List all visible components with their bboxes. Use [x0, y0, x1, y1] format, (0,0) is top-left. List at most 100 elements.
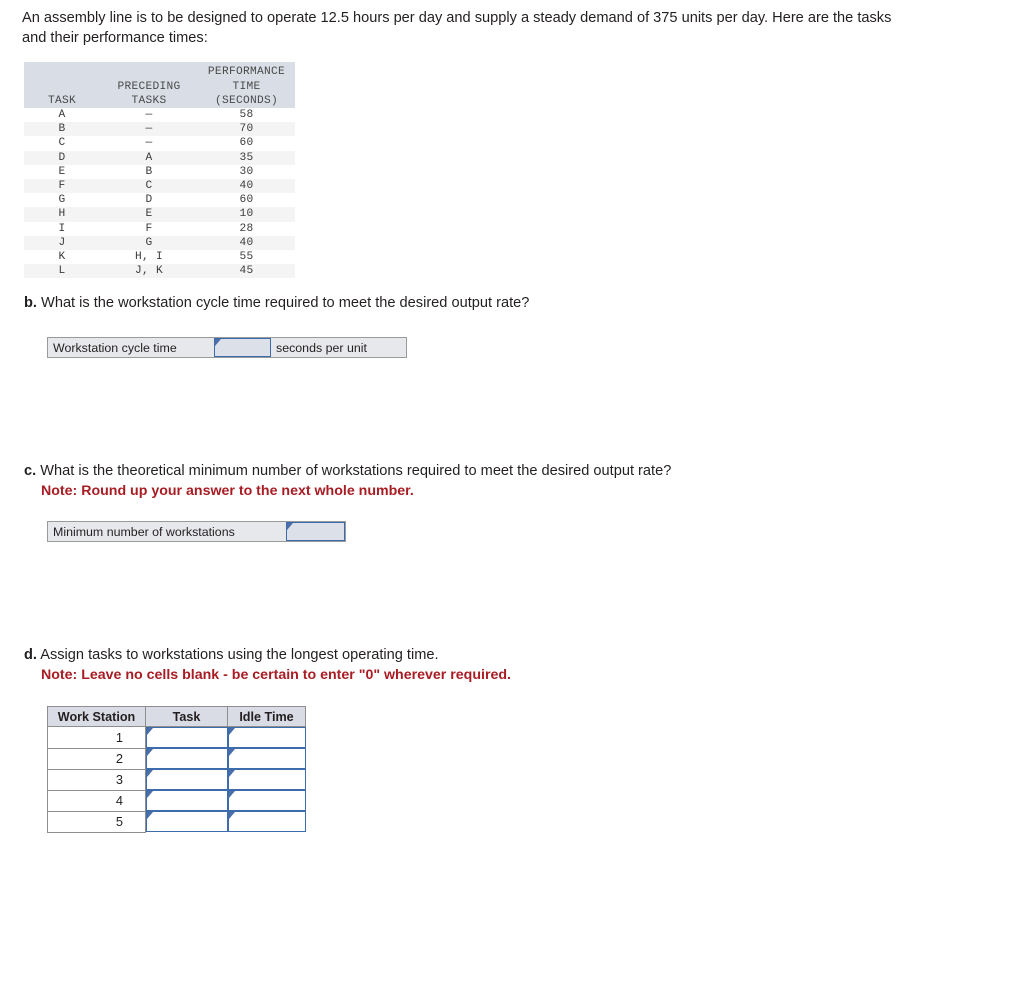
answer-label-min-workstations: Minimum number of workstations — [53, 524, 235, 539]
cell-time: 30 — [239, 165, 254, 178]
input-idle-time-station-5[interactable] — [227, 811, 306, 832]
input-task-station-4[interactable] — [146, 790, 228, 811]
cell-preceding: — — [145, 109, 153, 121]
table-row: K H, I 55 — [24, 250, 295, 264]
column-header-task: TASK — [24, 62, 100, 108]
question-c-letter: c. — [24, 463, 37, 479]
answer-label-cycle-time: Workstation cycle time — [53, 340, 177, 355]
cell-preceding: G — [100, 235, 198, 251]
question-b-text: What is the workstation cycle time requi… — [41, 295, 530, 311]
input-task-station-2[interactable] — [146, 748, 228, 769]
cell-task: G — [58, 194, 66, 207]
cell-task-input-wrapper — [145, 726, 228, 748]
cell-time: 40 — [198, 235, 295, 251]
cell-task: J — [24, 235, 100, 251]
cell-preceding: A — [100, 150, 198, 165]
cell-task: C — [58, 137, 66, 150]
table-row: F C 40 — [24, 179, 295, 194]
cell-idle-input-wrapper — [227, 790, 306, 811]
cell-preceding: E — [100, 207, 198, 222]
column-header-task: Task — [145, 706, 228, 727]
cell-preceding: C — [100, 179, 198, 194]
workstation-assignment-table: Work Station Task Idle Time 1 2 3 4 5 — [47, 706, 306, 833]
answer-strip-min-workstations: Minimum number of workstations — [47, 521, 346, 542]
table-row: H E 10 — [24, 207, 295, 222]
question-b-letter: b. — [24, 295, 37, 311]
column-header-task-label: TASK — [47, 94, 77, 107]
cell-preceding: H, I — [134, 251, 164, 264]
cell-time: 60 — [239, 137, 254, 150]
cell-task: F — [24, 179, 100, 194]
table-row: 3 — [47, 768, 306, 791]
cell-work-station-number: 3 — [47, 768, 146, 791]
input-workstation-cycle-time[interactable] — [214, 338, 271, 357]
cell-time: 58 — [239, 109, 254, 121]
question-d-note: Note: Leave no cells blank - be certain … — [41, 667, 511, 683]
cell-preceding: D — [145, 194, 153, 207]
cell-task: I — [58, 222, 66, 235]
table-row: J G 40 — [24, 235, 295, 251]
question-c: c. What is the theoretical minimum numbe… — [24, 462, 671, 500]
question-d-letter: d. — [24, 647, 37, 663]
answer-unit-cycle-time: seconds per unit — [276, 340, 367, 355]
cell-time: 10 — [198, 207, 295, 222]
input-idle-time-station-3[interactable] — [227, 769, 306, 790]
cell-task: D — [24, 150, 100, 165]
input-task-station-5[interactable] — [146, 811, 228, 832]
input-idle-time-station-4[interactable] — [227, 790, 306, 811]
cell-task: E — [58, 165, 66, 178]
task-performance-table: TASK PRECEDING TASKS PERFORMANCE TIME (S… — [24, 62, 295, 279]
cell-preceding: B — [145, 165, 153, 178]
cell-task: K — [58, 251, 66, 264]
cell-work-station-number: 1 — [47, 726, 146, 749]
table-row: E B 30 — [24, 165, 295, 179]
table-row: 5 — [47, 810, 306, 833]
cell-time: 60 — [239, 194, 254, 207]
input-idle-time-station-1[interactable] — [227, 727, 306, 748]
cell-task: B — [24, 122, 100, 137]
cell-time: 35 — [198, 150, 295, 165]
cell-time: 28 — [239, 222, 254, 235]
input-task-station-3[interactable] — [146, 769, 228, 790]
column-header-preceding-line1: PRECEDING — [117, 80, 181, 93]
table-row: B — 70 — [24, 122, 295, 137]
input-minimum-number-of-workstations[interactable] — [286, 522, 345, 541]
column-header-preceding-line2: TASKS — [131, 94, 167, 107]
cell-task-input-wrapper — [145, 790, 228, 811]
input-idle-time-station-2[interactable] — [227, 748, 306, 769]
cell-time: 55 — [239, 251, 254, 264]
table-row: G D 60 — [24, 193, 295, 207]
question-d-text: Assign tasks to workstations using the l… — [40, 647, 439, 663]
cell-idle-input-wrapper — [227, 726, 306, 748]
cell-task: H — [24, 207, 100, 222]
cell-time: 40 — [198, 179, 295, 194]
cell-time: 45 — [198, 264, 295, 279]
column-header-work-station: Work Station — [47, 706, 146, 727]
table-row: A — 58 — [24, 108, 295, 122]
column-header-performance-time: PERFORMANCE TIME (SECONDS) — [198, 62, 295, 108]
table-row: D A 35 — [24, 150, 295, 165]
cell-idle-input-wrapper — [227, 769, 306, 790]
question-c-text: What is the theoretical minimum number o… — [40, 463, 672, 479]
cell-idle-input-wrapper — [227, 811, 306, 832]
table-header-row: TASK PRECEDING TASKS PERFORMANCE TIME (S… — [24, 62, 295, 108]
cell-task: L — [24, 264, 100, 279]
table-row: 4 — [47, 789, 306, 812]
cell-time: 70 — [198, 122, 295, 137]
cell-preceding: — — [100, 122, 198, 137]
column-header-idle-time: Idle Time — [227, 706, 306, 727]
cell-idle-input-wrapper — [227, 748, 306, 769]
cell-task: A — [58, 109, 66, 121]
column-header-preceding-tasks: PRECEDING TASKS — [100, 62, 198, 108]
table-row: 1 — [47, 726, 306, 749]
input-task-station-1[interactable] — [146, 727, 228, 748]
column-header-performance-line1: PERFORMANCE — [207, 66, 286, 79]
cell-work-station-number: 4 — [47, 789, 146, 812]
question-d: d. Assign tasks to workstations using th… — [24, 646, 511, 684]
table-row: I F 28 — [24, 222, 295, 236]
cell-task-input-wrapper — [145, 769, 228, 790]
table-row: L J, K 45 — [24, 264, 295, 279]
cell-preceding: — — [145, 137, 153, 150]
cell-work-station-number: 2 — [47, 747, 146, 770]
cell-preceding: J, K — [100, 264, 198, 279]
